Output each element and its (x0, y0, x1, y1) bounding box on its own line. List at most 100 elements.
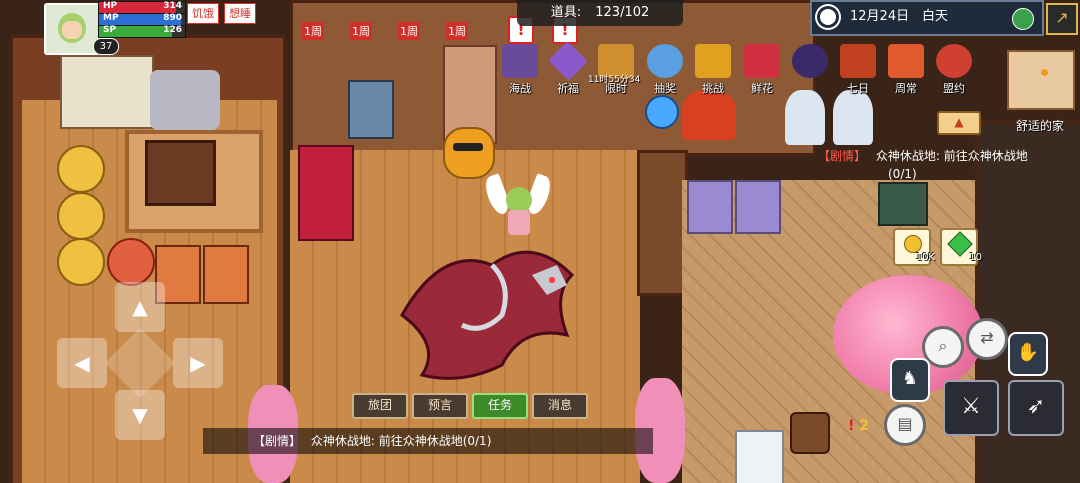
mount-button[interactable]: ♞ (890, 358, 930, 402)
horse-icon: ♞ (901, 368, 919, 389)
folding-screen (60, 55, 154, 129)
dpad-left-button[interactable]: ◀ (57, 338, 107, 388)
arcade-machine (298, 145, 354, 241)
menu-label: 盟约 (943, 82, 965, 95)
status-sleepy-badge[interactable]: 想睡 (224, 3, 256, 24)
sword-icon: ⚔ (961, 394, 981, 419)
quest-title: 众神休战地: 前往众神休战地 (875, 149, 1028, 163)
dragon-creature[interactable] (382, 225, 592, 390)
collapse-menu-button[interactable]: ▲ (937, 111, 981, 135)
tab-guild[interactable]: 旅团 (352, 393, 408, 419)
tab-prophecy[interactable]: 预言 (412, 393, 468, 419)
menu-item-prayer[interactable]: 祈福 (546, 41, 590, 96)
exit-arrow-icon: ↗ (1055, 8, 1069, 27)
flower-planter-1 (687, 180, 733, 234)
crystal-ball-icon (647, 44, 683, 78)
angel-statue (150, 70, 220, 130)
sp-label: SP (103, 25, 117, 35)
menu-label: 鲜花 (751, 82, 773, 95)
mp-value: 890 (163, 13, 182, 23)
menu-item-lottery[interactable]: 抽奖 (643, 44, 687, 96)
chat-message: 众神休战地: 前往众神休战地(0/1) (310, 434, 492, 448)
date-text: 12月24日 (850, 9, 910, 24)
dpad-center (104, 327, 176, 399)
minimap-room (1007, 50, 1075, 110)
menu-item-challenge[interactable]: 挑战 (691, 44, 735, 96)
book-button[interactable]: ▤ (884, 404, 926, 446)
wall-sign: 1周 (446, 22, 468, 40)
stool-3 (57, 238, 105, 286)
prayer-icon (548, 41, 588, 81)
crystal-ball (645, 95, 679, 129)
magnifier-icon: ⌕ (938, 336, 948, 355)
right-divider (637, 150, 688, 296)
gold-resource[interactable]: 10K (893, 228, 935, 266)
menu-item-limited[interactable]: 限时 (594, 44, 638, 96)
lamp-1 (785, 90, 825, 145)
menu-item-flowers[interactable]: 鲜花 (740, 44, 784, 96)
hp-value: 314 (163, 1, 182, 11)
menu-item-seven-day[interactable]: 七日 (836, 44, 880, 96)
status-hungry-badge[interactable]: 饥饿 (187, 3, 219, 24)
trophy-icon (695, 44, 731, 78)
magic-circle-icon (936, 44, 972, 78)
menu-item-naval-battle[interactable]: 海战 (498, 44, 542, 96)
fridge (735, 430, 784, 483)
ship-icon (502, 44, 538, 78)
player-level: 37 (93, 38, 119, 55)
book-icon: ▤ (897, 414, 913, 433)
date-display[interactable]: 12月24日 白天 (810, 0, 1044, 36)
gem-amount: 10 (969, 252, 982, 263)
wall-sign: 1周 (302, 22, 324, 40)
network-globe-icon[interactable] (1012, 8, 1034, 30)
hp-label: HP (103, 1, 118, 11)
exit-button[interactable]: ↗ (1046, 3, 1078, 35)
gem-resource[interactable]: 10 (940, 228, 982, 266)
tab-messages[interactable]: 消息 (532, 393, 588, 419)
chevron-up-icon: ▲ (954, 115, 964, 129)
menu-item-dark-orb[interactable] (788, 44, 832, 96)
day-period: 白天 (922, 9, 949, 24)
calendar-icon (840, 44, 876, 78)
wall-sign: 1周 (398, 22, 420, 40)
quest-progress: (0/1) (888, 167, 917, 181)
menu-item-weekly[interactable]: 周常 (884, 44, 928, 96)
summon-button[interactable]: ✋ (1008, 332, 1048, 376)
gold-amount: 10K (915, 252, 935, 263)
mp-label: MP (103, 13, 119, 23)
lamp-2 (833, 90, 873, 145)
hand-icon: ✋ (1016, 342, 1040, 363)
spotted-panel (878, 182, 928, 226)
arrow-down-icon: ▼ (132, 403, 148, 427)
notification-badge[interactable]: ! 2 (848, 418, 876, 444)
player-angel-character[interactable] (481, 173, 555, 240)
menu-label: 挑战 (702, 82, 724, 95)
computer (348, 80, 394, 139)
arrow-up-icon: ▲ (132, 295, 148, 319)
dpad-right-button[interactable]: ▶ (173, 338, 223, 388)
arrow-right-icon: ▶ (190, 351, 206, 375)
minimap[interactable] (1003, 44, 1077, 116)
backpack-button[interactable] (790, 412, 830, 454)
inventory-value: 123/102 (595, 5, 650, 20)
movement-dpad[interactable]: ▲ ◀ ▶ ▼ (55, 282, 225, 442)
inventory-label: 道具: (550, 5, 582, 20)
tab-tasks[interactable]: 任务 (472, 393, 528, 419)
player-portrait[interactable] (44, 3, 100, 55)
sword-attack-button[interactable]: ⚔ (943, 380, 999, 436)
bow-attack-button[interactable]: ➶ (1008, 380, 1064, 436)
badge-count: 2 (859, 418, 870, 434)
chat-log[interactable]: 【剧情】 众神休战地: 前往众神休战地(0/1) (203, 428, 653, 454)
inventory-count[interactable]: 道具: 123/102 (517, 0, 683, 26)
flower-icon (744, 44, 780, 78)
quest-tracker[interactable]: 【剧情】 众神休战地: 前往众神休战地 (0/1) (818, 147, 1074, 187)
dpad-down-button[interactable]: ▼ (115, 390, 165, 440)
dpad-up-button[interactable]: ▲ (115, 282, 165, 332)
swap-button[interactable]: ⇄ (966, 318, 1008, 360)
stool-1 (57, 145, 105, 193)
stool-2 (57, 192, 105, 240)
cat-pet[interactable] (443, 127, 495, 179)
sp-value: 126 (163, 25, 182, 35)
menu-item-alliance[interactable]: 盟约 (932, 44, 976, 96)
player-location-marker (1041, 69, 1048, 76)
